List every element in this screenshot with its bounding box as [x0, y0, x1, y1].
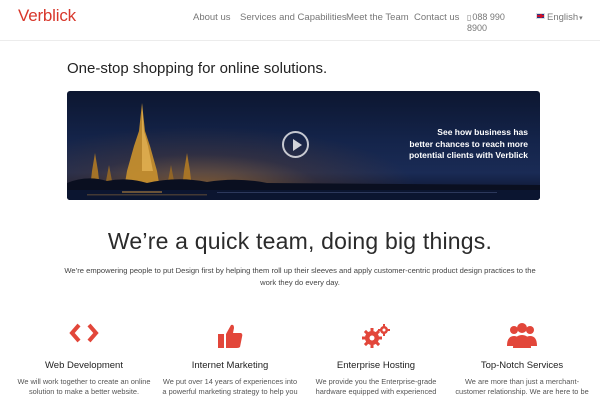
users-icon — [452, 322, 592, 352]
caret-down-icon: ▾ — [579, 15, 583, 22]
service-internet-marketing: Internet Marketing We put over 14 years … — [160, 322, 300, 397]
logo[interactable]: Verblick — [18, 6, 76, 26]
phone-link[interactable]: ▯088 990 8900 — [467, 12, 515, 34]
service-title: Internet Marketing — [191, 360, 269, 371]
gears-icon — [306, 322, 446, 352]
video-caption-line: better chances to reach more — [409, 138, 528, 149]
nav-about-us[interactable]: About us — [193, 12, 231, 23]
page-tagline: One-stop shopping for online solutions. — [67, 60, 328, 77]
video-banner[interactable]: See how business has better chances to r… — [67, 91, 540, 200]
service-title: Top-Notch Services — [480, 360, 564, 371]
section-intro: We’re empowering people to put Design fi… — [64, 266, 536, 287]
language-dropdown[interactable]: English▾ — [536, 12, 583, 23]
video-caption-line: potential clients with Verblick — [408, 150, 528, 160]
uk-flag-icon — [536, 13, 545, 19]
service-title: Enterprise Hosting — [336, 360, 416, 371]
nav-meet-the-team[interactable]: Meet the Team — [346, 12, 409, 23]
service-text: We put over 14 years of experiences into… — [162, 377, 298, 396]
service-text: We provide you the Enterprise-grade hard… — [315, 377, 437, 396]
service-text: We are more than just a merchant-custome… — [455, 377, 589, 396]
video-caption-line: See how business has — [437, 127, 528, 137]
nav-services[interactable]: Services and Capabilities — [240, 12, 347, 23]
language-label: English — [547, 12, 579, 23]
service-top-notch: Top-Notch Services We are more than just… — [452, 322, 592, 397]
code-icon — [14, 322, 154, 352]
service-text: We will work together to create an onlin… — [17, 377, 151, 396]
service-enterprise-hosting: Enterprise Hosting We provide you the En… — [306, 322, 446, 397]
thumbs-up-icon — [160, 322, 300, 352]
video-caption: See how business has better chances to r… — [368, 127, 528, 162]
service-web-development: Web Development We will work together to… — [14, 322, 154, 397]
section-headline: We’re a quick team, doing big things. — [107, 228, 493, 254]
phone-number: 088 990 8900 — [467, 12, 505, 33]
service-title: Web Development — [45, 360, 123, 371]
nav-contact-us[interactable]: Contact us — [414, 12, 459, 23]
top-navbar: Verblick About us Services and Capabilit… — [0, 0, 600, 41]
play-button[interactable] — [282, 131, 309, 158]
phone-icon: ▯ — [467, 13, 472, 22]
